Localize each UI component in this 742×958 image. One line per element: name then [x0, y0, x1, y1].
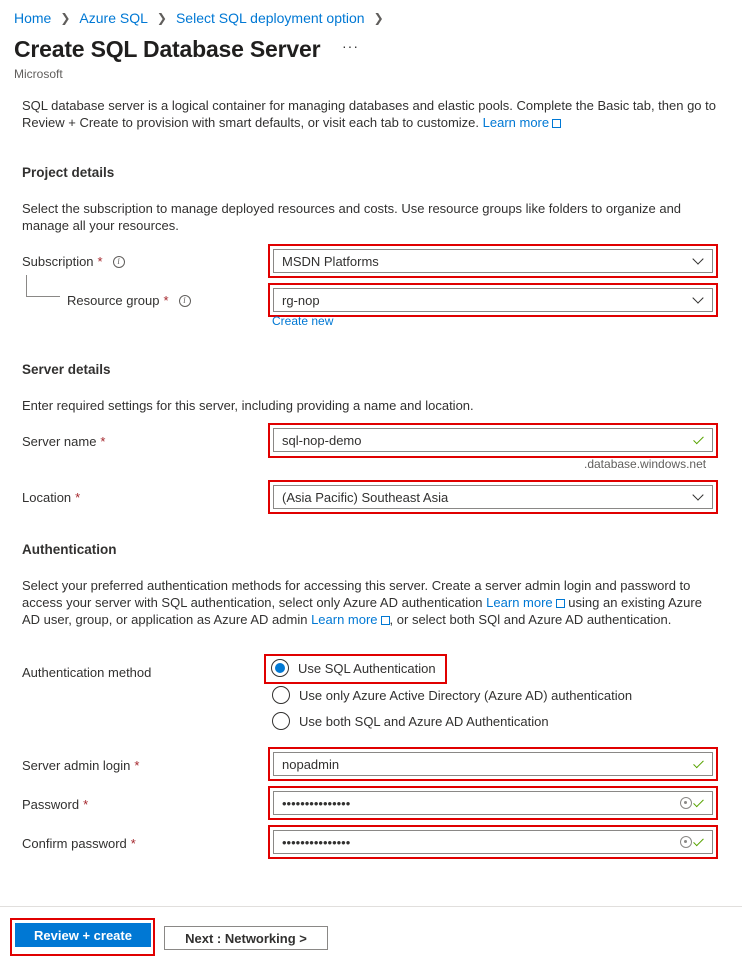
external-link-icon — [552, 119, 562, 128]
breadcrumb-azure-sql[interactable]: Azure SQL — [79, 10, 147, 26]
authentication-heading: Authentication — [22, 542, 117, 557]
server-details-heading: Server details — [22, 362, 111, 377]
confirm-password-highlight: ••••••••••••••• — [268, 825, 718, 859]
checkmark-icon — [692, 434, 704, 446]
admin-login-input[interactable]: nopadmin — [273, 752, 713, 776]
review-create-button[interactable]: Review + create — [15, 923, 151, 947]
info-icon[interactable]: i — [178, 294, 191, 307]
admin-login-highlight: nopadmin — [268, 747, 718, 781]
radio-selected-icon — [271, 659, 289, 677]
sql-auth-highlight: Use SQL Authentication — [264, 654, 447, 684]
learn-more-link[interactable]: Learn more — [486, 595, 565, 610]
password-reveal-icon[interactable] — [680, 797, 692, 809]
chevron-right-icon: ❯ — [60, 11, 71, 25]
checkmark-icon — [692, 836, 704, 848]
server-name-suffix: .database.windows.net — [584, 457, 707, 471]
chevron-down-icon — [692, 294, 704, 306]
location-label: Location * — [22, 490, 81, 505]
footer-divider — [0, 906, 742, 907]
password-label: Password * — [22, 797, 89, 812]
resource-group-dropdown[interactable]: rg-nop — [273, 288, 713, 312]
chevron-down-icon — [692, 255, 704, 267]
resource-group-label: Resource group * i — [67, 293, 191, 308]
info-icon[interactable]: i — [112, 255, 125, 268]
page-title: Create SQL Database Server — [14, 36, 321, 62]
location-highlight: (Asia Pacific) Southeast Asia — [268, 480, 718, 514]
server-name-input[interactable]: sql-nop-demo — [273, 428, 713, 452]
next-networking-button[interactable]: Next : Networking > — [164, 926, 328, 950]
external-link-icon — [555, 599, 565, 608]
breadcrumb: Home ❯ Azure SQL ❯ Select SQL deployment… — [14, 10, 393, 26]
learn-more-link[interactable]: Learn more — [311, 612, 390, 627]
radio-empty-icon — [272, 686, 290, 704]
chevron-right-icon: ❯ — [156, 11, 167, 25]
subscription-dropdown[interactable]: MSDN Platforms — [273, 249, 713, 273]
intro-description: SQL database server is a logical contain… — [22, 97, 722, 131]
breadcrumb-select-deployment[interactable]: Select SQL deployment option — [176, 10, 365, 26]
project-details-description: Select the subscription to manage deploy… — [22, 201, 682, 233]
chevron-right-icon: ❯ — [373, 11, 384, 25]
project-details-heading: Project details — [22, 165, 115, 180]
password-highlight: ••••••••••••••• — [268, 786, 718, 820]
authentication-description: Select your preferred authentication met… — [22, 578, 702, 627]
chevron-down-icon — [692, 491, 704, 503]
external-link-icon — [380, 616, 390, 625]
authentication-method-label: Authentication method — [22, 665, 152, 680]
radio-sql-and-azure-ad[interactable]: Use both SQL and Azure AD Authentication — [272, 712, 549, 730]
radio-empty-icon — [272, 712, 290, 730]
checkmark-icon — [692, 758, 704, 770]
confirm-password-input[interactable]: ••••••••••••••• — [273, 830, 713, 854]
radio-sql-authentication[interactable]: Use SQL Authentication — [271, 659, 440, 677]
subscription-label: Subscription * i — [22, 254, 125, 269]
subscription-highlight: MSDN Platforms — [268, 244, 718, 278]
learn-more-link[interactable]: Learn more — [483, 115, 562, 130]
location-dropdown[interactable]: (Asia Pacific) Southeast Asia — [273, 485, 713, 509]
more-icon[interactable]: ··· — [342, 38, 359, 54]
confirm-password-label: Confirm password * — [22, 836, 136, 851]
create-new-link[interactable]: Create new — [272, 314, 333, 328]
tree-connector — [26, 275, 27, 297]
server-name-highlight: sql-nop-demo — [268, 423, 718, 458]
checkmark-icon — [692, 797, 704, 809]
tree-connector — [26, 296, 60, 297]
server-name-label: Server name * — [22, 434, 106, 449]
server-details-description: Enter required settings for this server,… — [22, 398, 474, 413]
review-create-highlight: Review + create — [10, 918, 155, 956]
publisher-label: Microsoft — [14, 67, 63, 81]
admin-login-label: Server admin login * — [22, 758, 140, 773]
password-input[interactable]: ••••••••••••••• — [273, 791, 713, 815]
intro-text: SQL database server is a logical contain… — [22, 98, 716, 130]
resource-group-highlight: rg-nop — [268, 283, 718, 317]
password-reveal-icon[interactable] — [680, 836, 692, 848]
breadcrumb-home[interactable]: Home — [14, 10, 51, 26]
radio-azure-ad-only[interactable]: Use only Azure Active Directory (Azure A… — [272, 686, 632, 704]
